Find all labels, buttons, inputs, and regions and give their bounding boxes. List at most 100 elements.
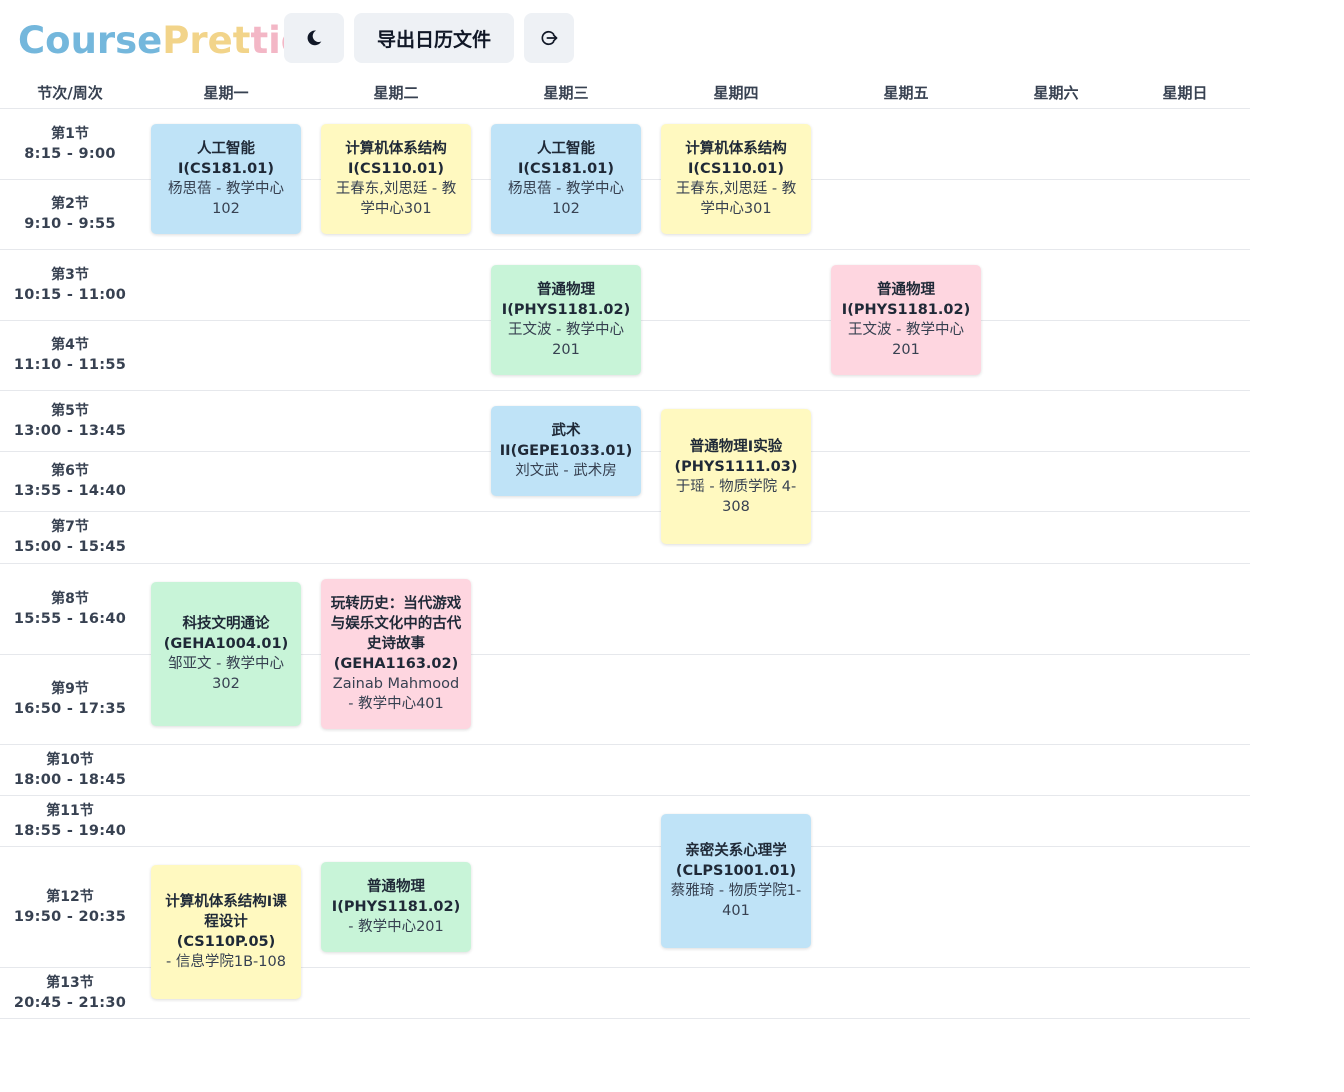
course-name: 人工智能I(CS181.01) <box>518 141 614 177</box>
course-info: 邹亚文 - 教学中心302 <box>168 656 284 692</box>
period-time: 11:10 - 11:55 <box>13 357 127 373</box>
course-card[interactable]: 武术II(GEPE1033.01) 刘文武 - 武术房 <box>491 406 641 496</box>
period-number: 第2节 <box>51 196 89 212</box>
course-name: 科技文明通论(GEHA1004.01) <box>163 616 289 652</box>
period-label: 第1节 8:15 - 9:00 <box>0 124 140 164</box>
course-card[interactable]: 科技文明通论(GEHA1004.01) 邹亚文 - 教学中心302 <box>151 582 301 726</box>
course-card[interactable]: 计算机体系结构I(CS110.01) 王春东,刘思廷 - 教学中心301 <box>661 124 811 234</box>
period-time: 19:50 - 20:35 <box>13 909 127 925</box>
course-name: 普通物理I(PHYS1181.02) <box>501 282 631 318</box>
course-name: 计算机体系结构I(CS110.01) <box>345 141 447 177</box>
period-time: 18:55 - 19:40 <box>13 823 127 839</box>
day-header: 星期五 <box>883 84 929 102</box>
period-time: 18:00 - 18:45 <box>13 772 127 788</box>
day-header: 星期四 <box>713 84 759 102</box>
period-number: 第11节 <box>46 803 94 819</box>
course-name: 普通物理I(PHYS1181.02) <box>331 879 461 915</box>
period-time: 9:10 - 9:55 <box>24 216 116 232</box>
period-number: 第10节 <box>46 752 94 768</box>
period-time: 15:00 - 15:45 <box>13 539 127 555</box>
period-number: 第9节 <box>51 681 89 697</box>
row-divider <box>0 1018 1250 1019</box>
course-name: 人工智能I(CS181.01) <box>178 141 274 177</box>
period-number: 第7节 <box>51 519 89 535</box>
course-card[interactable]: 玩转历史：当代游戏与娱乐文化中的古代史诗故事(GEHA1163.02) Zaina… <box>321 579 471 729</box>
day-header: 星期六 <box>1033 84 1079 102</box>
course-card[interactable]: 普通物理I(PHYS1181.02) 王文波 - 教学中心201 <box>831 265 981 375</box>
theme-toggle-button[interactable] <box>284 13 344 63</box>
course-name: 玩转历史：当代游戏与娱乐文化中的古代史诗故事(GEHA1163.02) <box>330 596 462 672</box>
period-time: 16:50 - 17:35 <box>13 701 127 717</box>
period-number: 第8节 <box>51 591 89 607</box>
course-info: 王春东,刘思廷 - 教学中心301 <box>335 181 457 217</box>
row-divider <box>0 108 1250 109</box>
course-name: 计算机体系结构I课程设计(CS110P.05) <box>165 894 287 950</box>
course-info: 王春东,刘思廷 - 教学中心301 <box>675 181 797 217</box>
period-label: 第12节 19:50 - 20:35 <box>0 887 140 927</box>
course-name: 亲密关系心理学(CLPS1001.01) <box>675 843 797 879</box>
period-number: 第3节 <box>51 267 89 283</box>
app-logo: CoursePrettier <box>18 19 324 62</box>
course-card[interactable]: 普通物理I(PHYS1181.02) 王文波 - 教学中心201 <box>491 265 641 375</box>
course-name: 普通物理I实验(PHYS1111.03) <box>674 438 798 475</box>
period-number: 第12节 <box>46 889 94 905</box>
course-info: 杨思蓓 - 教学中心102 <box>168 181 284 217</box>
course-card[interactable]: 亲密关系心理学(CLPS1001.01) 蔡雅琦 - 物质学院1-401 <box>661 814 811 948</box>
period-label: 第7节 15:00 - 15:45 <box>0 517 140 557</box>
row-divider <box>0 795 1250 796</box>
row-divider <box>0 249 1250 250</box>
logout-button[interactable] <box>524 13 574 63</box>
export-calendar-button[interactable]: 导出日历文件 <box>354 13 514 63</box>
course-card[interactable]: 计算机体系结构I课程设计(CS110P.05) - 信息学院1B-108 <box>151 865 301 999</box>
course-info: 王文波 - 教学中心201 <box>508 322 624 358</box>
period-time: 13:00 - 13:45 <box>13 423 127 439</box>
course-info: 于瑶 - 物质学院 4-308 <box>675 478 797 515</box>
period-label: 第9节 16:50 - 17:35 <box>0 679 140 719</box>
period-time: 13:55 - 14:40 <box>13 483 127 499</box>
moon-icon <box>304 28 324 48</box>
course-card[interactable]: 人工智能I(CS181.01) 杨思蓓 - 教学中心102 <box>491 124 641 234</box>
course-info: 杨思蓓 - 教学中心102 <box>508 181 624 217</box>
course-name: 普通物理I(PHYS1181.02) <box>841 282 971 318</box>
period-time: 20:45 - 21:30 <box>13 995 127 1011</box>
period-label: 第13节 20:45 - 21:30 <box>0 973 140 1013</box>
period-label: 第4节 11:10 - 11:55 <box>0 335 140 375</box>
course-name: 武术II(GEPE1033.01) <box>499 423 633 459</box>
period-number: 第13节 <box>46 975 94 991</box>
header-period-week: 节次/周次 <box>37 84 103 102</box>
course-name: 计算机体系结构I(CS110.01) <box>685 141 787 177</box>
period-label: 第2节 9:10 - 9:55 <box>0 194 140 234</box>
row-divider <box>0 390 1250 391</box>
course-card[interactable]: 普通物理I实验(PHYS1111.03) 于瑶 - 物质学院 4-308 <box>661 409 811 544</box>
course-info: - 信息学院1B-108 <box>166 954 286 970</box>
period-number: 第1节 <box>51 126 89 142</box>
period-label: 第3节 10:15 - 11:00 <box>0 265 140 305</box>
period-time: 15:55 - 16:40 <box>13 611 127 627</box>
course-info: 刘文武 - 武术房 <box>515 463 617 479</box>
period-time: 10:15 - 11:00 <box>13 287 127 303</box>
course-card[interactable]: 计算机体系结构I(CS110.01) 王春东,刘思廷 - 教学中心301 <box>321 124 471 234</box>
period-label: 第6节 13:55 - 14:40 <box>0 461 140 501</box>
course-info: 蔡雅琦 - 物质学院1-401 <box>670 883 802 919</box>
day-header: 星期二 <box>373 84 419 102</box>
app-header: CoursePrettier 导出日历文件 <box>0 0 1344 76</box>
day-header: 星期日 <box>1162 84 1208 102</box>
course-info: Zainab Mahmood - 教学中心401 <box>332 676 460 712</box>
row-divider <box>0 511 1250 512</box>
day-header: 星期三 <box>543 84 589 102</box>
logout-icon <box>539 28 559 48</box>
period-number: 第4节 <box>51 337 89 353</box>
row-divider <box>0 846 1250 847</box>
course-card[interactable]: 人工智能I(CS181.01) 杨思蓓 - 教学中心102 <box>151 124 301 234</box>
row-divider <box>0 744 1250 745</box>
course-info: 王文波 - 教学中心201 <box>848 322 964 358</box>
period-label: 第11节 18:55 - 19:40 <box>0 801 140 841</box>
period-number: 第5节 <box>51 403 89 419</box>
period-label: 第5节 13:00 - 13:45 <box>0 401 140 441</box>
period-time: 8:15 - 9:00 <box>24 146 116 162</box>
period-label: 第10节 18:00 - 18:45 <box>0 750 140 790</box>
period-label: 第8节 15:55 - 16:40 <box>0 589 140 629</box>
period-number: 第6节 <box>51 463 89 479</box>
course-card[interactable]: 普通物理I(PHYS1181.02) - 教学中心201 <box>321 862 471 952</box>
course-info: - 教学中心201 <box>348 919 444 935</box>
